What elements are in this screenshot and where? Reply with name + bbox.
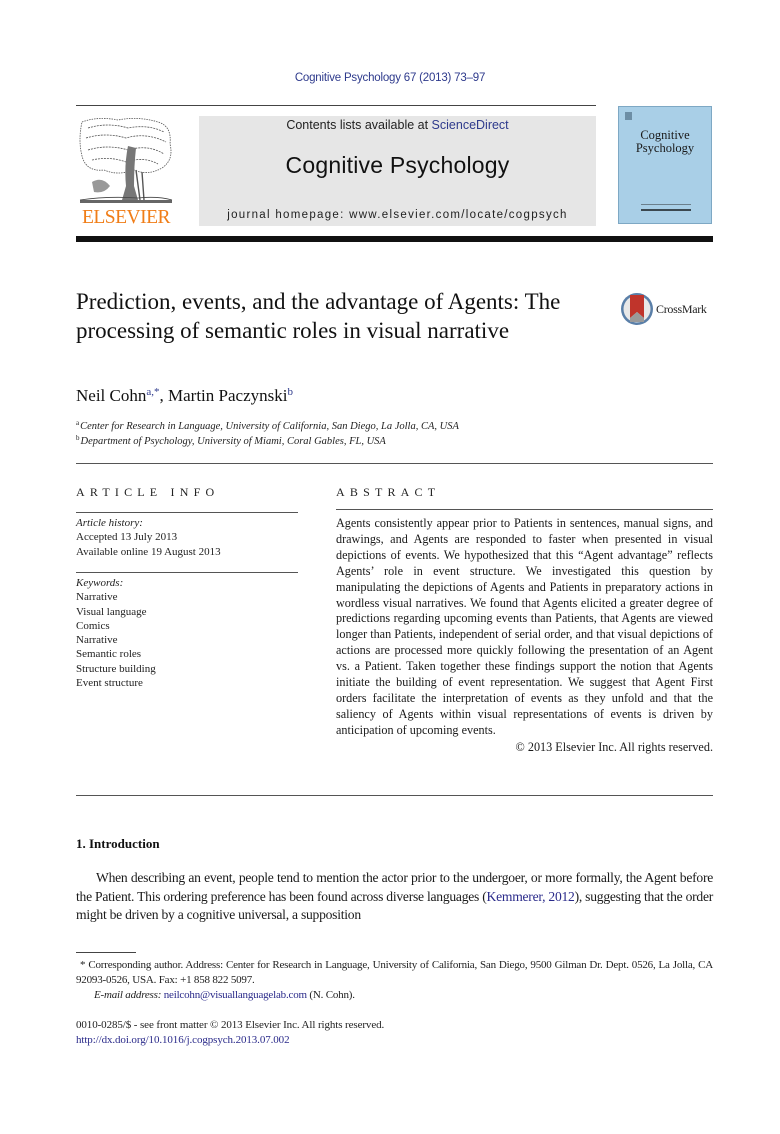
history-item: Accepted 13 July 2013	[76, 531, 178, 544]
footnote-marker: *	[80, 959, 86, 971]
abstract: Agents consistently appear prior to Pati…	[336, 516, 713, 756]
email-link[interactable]: neilcohn@visuallanguagelab.com	[164, 989, 307, 1001]
article-history: Article history: Accepted 13 July 2013 A…	[76, 516, 221, 559]
info-rule	[76, 572, 298, 573]
keyword: Comics	[76, 619, 110, 632]
abstract-rule	[336, 509, 713, 510]
elsevier-logo[interactable]: ELSEVIER	[76, 116, 176, 228]
author-list: Neil Cohna,*, Martin Paczynskib	[76, 386, 293, 406]
abstract-heading: ABSTRACT	[336, 485, 441, 499]
header-thick-rule	[76, 236, 713, 242]
article-info-heading: ARTICLE INFO	[76, 485, 220, 499]
footnote: * Corresponding author. Address: Center …	[76, 958, 713, 1002]
contents-prefix: Contents lists available at	[286, 118, 432, 132]
affiliation-mark: b	[76, 434, 80, 442]
history-label: Article history:	[76, 517, 143, 529]
doi-link[interactable]: http://dx.doi.org/10.1016/j.cogpsych.201…	[76, 1033, 384, 1048]
elsevier-tree-icon	[79, 118, 173, 203]
keyword: Narrative	[76, 591, 118, 604]
citation-link[interactable]: Kemmerer, 2012	[487, 889, 575, 904]
footnote-rule	[76, 952, 136, 953]
section-rule	[76, 795, 713, 796]
author-name[interactable]: Martin Paczynski	[168, 386, 287, 405]
journal-homepage-link[interactable]: journal homepage: www.elsevier.com/locat…	[199, 209, 596, 221]
keyword: Structure building	[76, 662, 156, 675]
article-title: Prediction, events, and the advantage of…	[76, 289, 561, 343]
abstract-text: Agents consistently appear prior to Pati…	[336, 516, 713, 737]
keyword: Visual language	[76, 605, 147, 618]
front-matter: 0010-0285/$ - see front matter © 2013 El…	[76, 1018, 384, 1047]
issn-line: 0010-0285/$ - see front matter © 2013 El…	[76, 1019, 385, 1031]
crossmark-button[interactable]: CrossMark	[620, 292, 715, 330]
keywords: Keywords: Narrative Visual language Comi…	[76, 576, 156, 690]
cover-footer	[641, 204, 691, 211]
info-rule	[76, 512, 298, 513]
introduction-paragraph: When describing an event, people tend to…	[76, 869, 713, 925]
affiliation: aCenter for Research in Language, Univer…	[76, 419, 459, 432]
affiliation-text: Department of Psychology, University of …	[80, 436, 386, 447]
journal-banner: Contents lists available at ScienceDirec…	[199, 116, 596, 226]
introduction-heading: 1. Introduction	[76, 836, 160, 851]
keywords-label: Keywords:	[76, 577, 124, 589]
affiliation: bDepartment of Psychology, University of…	[76, 434, 386, 447]
email-line: E-mail address: neilcohn@visuallanguagel…	[76, 988, 713, 1003]
history-item: Available online 19 August 2013	[76, 545, 221, 558]
crossmark-label: CrossMark	[656, 302, 707, 316]
author-separator: ,	[159, 386, 168, 405]
keyword: Event structure	[76, 677, 143, 690]
abstract-copyright: © 2013 Elsevier Inc. All rights reserved…	[515, 739, 713, 754]
author-name[interactable]: Neil Cohn	[76, 386, 146, 405]
keyword: Narrative	[76, 634, 118, 647]
header-rule	[76, 105, 596, 106]
email-label: E-mail address:	[94, 988, 162, 1001]
keyword: Semantic roles	[76, 648, 142, 661]
affiliation-text: Center for Research in Language, Univers…	[80, 421, 459, 432]
corresponding-author-note: Corresponding author. Address: Center fo…	[76, 959, 713, 986]
journal-title: Cognitive Psychology	[285, 152, 510, 178]
cover-title: Cognitive Psychology	[635, 128, 695, 155]
cover-emblem-icon	[625, 112, 632, 120]
affiliation-mark: a	[76, 419, 80, 427]
author-affil-marker[interactable]: a,*	[146, 386, 159, 398]
sciencedirect-link[interactable]: ScienceDirect	[432, 118, 509, 132]
author-affil-marker[interactable]: b	[287, 386, 293, 398]
elsevier-wordmark: ELSEVIER	[81, 207, 171, 228]
contents-line: Contents lists available at ScienceDirec…	[199, 118, 596, 132]
journal-cover-image[interactable]: Cognitive Psychology	[618, 106, 712, 224]
email-suffix: (N. Cohn).	[306, 988, 355, 1001]
section-rule	[76, 463, 713, 464]
journal-citation-link[interactable]: Cognitive Psychology 67 (2013) 73–97	[0, 72, 780, 84]
crossmark-icon	[621, 293, 653, 325]
